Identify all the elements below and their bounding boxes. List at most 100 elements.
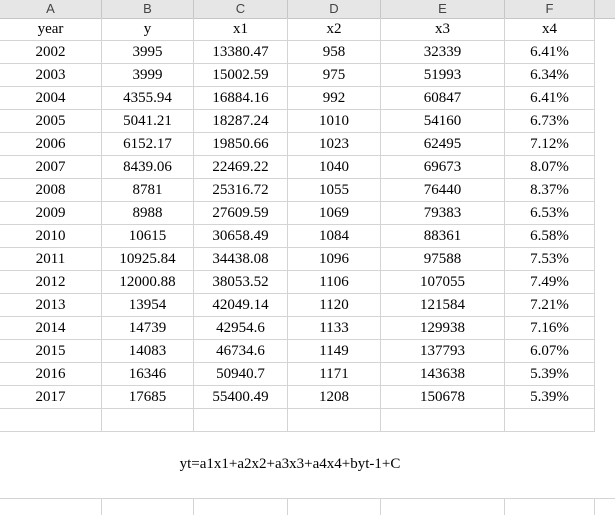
column-header-a[interactable]: A [0,0,102,18]
cell-f[interactable]: 5.39% [505,386,595,409]
cell-e[interactable]: 121584 [381,294,505,317]
cell-b[interactable]: 3995 [102,41,194,64]
cell-d[interactable]: 1171 [288,363,381,386]
cell-b[interactable]: 8781 [102,179,194,202]
cell-c[interactable]: 46734.6 [194,340,288,363]
cell-d[interactable]: 1084 [288,225,381,248]
cell-d[interactable]: 975 [288,64,381,87]
column-header-d[interactable]: D [288,0,381,18]
column-header-b[interactable]: B [102,0,194,18]
cell-e[interactable]: 129938 [381,317,505,340]
cell-d[interactable]: 1120 [288,294,381,317]
cell-f[interactable]: x4 [505,18,595,41]
cell-e[interactable]: 150678 [381,386,505,409]
cell-c[interactable]: 38053.52 [194,271,288,294]
cell-e[interactable]: 107055 [381,271,505,294]
cell-f[interactable]: 7.21% [505,294,595,317]
cell-c[interactable]: 42954.6 [194,317,288,340]
cell-f[interactable]: 6.07% [505,340,595,363]
cell-a[interactable]: 2003 [0,64,102,87]
cell-a[interactable]: 2015 [0,340,102,363]
cell-c[interactable]: 15002.59 [194,64,288,87]
cell-f[interactable]: 8.37% [505,179,595,202]
cell-c[interactable]: 16884.16 [194,87,288,110]
cell-d[interactable]: 1133 [288,317,381,340]
cell-c[interactable]: 27609.59 [194,202,288,225]
cell-e[interactable]: 143638 [381,363,505,386]
empty-cell[interactable] [0,409,102,432]
cell-f[interactable]: 7.49% [505,271,595,294]
cell-e[interactable]: 69673 [381,156,505,179]
cell-f[interactable]: 5.39% [505,363,595,386]
cell-e[interactable]: 51993 [381,64,505,87]
cell-b[interactable]: 10925.84 [102,248,194,271]
cell-c[interactable]: 50940.7 [194,363,288,386]
cell-f[interactable]: 6.41% [505,87,595,110]
cell-e[interactable]: 32339 [381,41,505,64]
cell-b[interactable]: 6152.17 [102,133,194,156]
cell-f[interactable]: 7.16% [505,317,595,340]
cell-a[interactable]: 2004 [0,87,102,110]
cell-d[interactable]: 958 [288,41,381,64]
cell-d[interactable]: 1096 [288,248,381,271]
cell-a[interactable]: 2014 [0,317,102,340]
cell-d[interactable]: 1010 [288,110,381,133]
cell-a[interactable]: year [0,18,102,41]
formula-cell[interactable]: yt=a1x1+a2x2+a3x3+a4x4+byt-1+C [0,456,580,473]
cell-e[interactable]: 79383 [381,202,505,225]
cell-e[interactable]: 60847 [381,87,505,110]
cell-a[interactable]: 2010 [0,225,102,248]
cell-d[interactable]: 1023 [288,133,381,156]
empty-cell[interactable] [288,409,381,432]
cell-a[interactable]: 2007 [0,156,102,179]
cell-b[interactable]: 3999 [102,64,194,87]
cell-e[interactable]: 97588 [381,248,505,271]
cell-f[interactable]: 6.34% [505,64,595,87]
cell-c[interactable]: 55400.49 [194,386,288,409]
cell-c[interactable]: x1 [194,18,288,41]
cell-f[interactable]: 7.12% [505,133,595,156]
cell-b[interactable]: 12000.88 [102,271,194,294]
cell-e[interactable]: 76440 [381,179,505,202]
cell-d[interactable]: 1106 [288,271,381,294]
cell-b[interactable]: 14083 [102,340,194,363]
cell-e[interactable]: x3 [381,18,505,41]
cell-d[interactable]: 1149 [288,340,381,363]
cell-a[interactable]: 2008 [0,179,102,202]
cell-a[interactable]: 2011 [0,248,102,271]
cell-f[interactable]: 6.58% [505,225,595,248]
cell-f[interactable]: 6.73% [505,110,595,133]
cell-a[interactable]: 2009 [0,202,102,225]
cell-d[interactable]: 1069 [288,202,381,225]
cell-e[interactable]: 137793 [381,340,505,363]
cell-c[interactable]: 25316.72 [194,179,288,202]
cell-a[interactable]: 2006 [0,133,102,156]
column-header-e[interactable]: E [381,0,505,18]
cell-a[interactable]: 2012 [0,271,102,294]
cell-c[interactable]: 34438.08 [194,248,288,271]
empty-cell[interactable] [505,409,595,432]
column-header-f[interactable]: F [505,0,595,18]
cell-b[interactable]: 4355.94 [102,87,194,110]
cell-b[interactable]: 8988 [102,202,194,225]
empty-cell[interactable] [194,409,288,432]
cell-a[interactable]: 2016 [0,363,102,386]
cell-b[interactable]: 5041.21 [102,110,194,133]
cell-d[interactable]: 992 [288,87,381,110]
cell-c[interactable]: 30658.49 [194,225,288,248]
cell-d[interactable]: 1055 [288,179,381,202]
cell-e[interactable]: 88361 [381,225,505,248]
cell-f[interactable]: 8.07% [505,156,595,179]
cell-c[interactable]: 42049.14 [194,294,288,317]
cell-b[interactable]: 14739 [102,317,194,340]
formula-row[interactable]: yt=a1x1+a2x2+a3x3+a4x4+byt-1+C [0,431,615,499]
cell-c[interactable]: 18287.24 [194,110,288,133]
cell-b[interactable]: 13954 [102,294,194,317]
cell-b[interactable]: 10615 [102,225,194,248]
cell-c[interactable]: 13380.47 [194,41,288,64]
cell-c[interactable]: 19850.66 [194,133,288,156]
cell-f[interactable]: 7.53% [505,248,595,271]
cell-b[interactable]: y [102,18,194,41]
cell-e[interactable]: 54160 [381,110,505,133]
cell-b[interactable]: 8439.06 [102,156,194,179]
